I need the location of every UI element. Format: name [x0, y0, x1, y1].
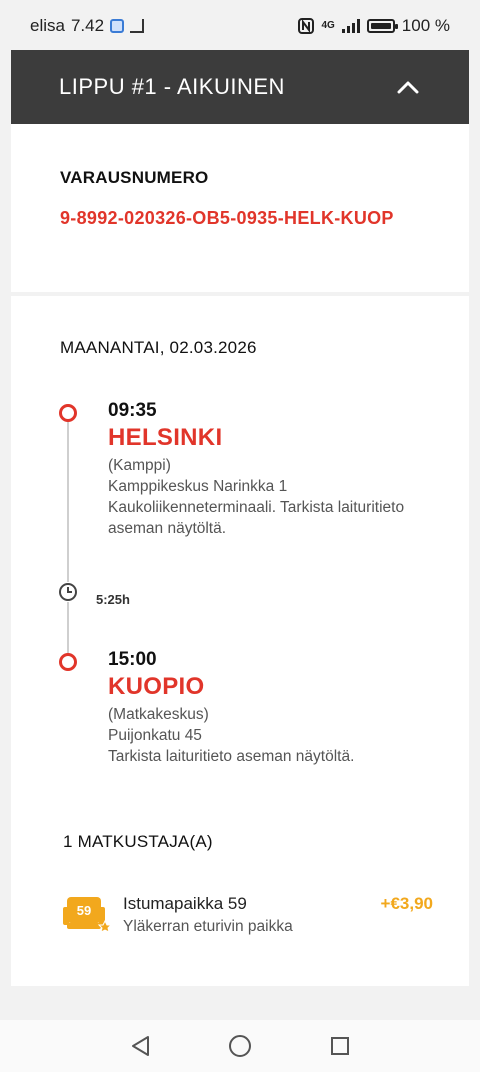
booking-card: VARAUSNUMERO 9-8992-020326-OB5-0935-HELK…: [11, 124, 469, 292]
network-type: 4G: [321, 20, 335, 31]
departure-time: 09:35: [108, 400, 157, 421]
status-left: elisa 7.42: [30, 16, 145, 36]
seat-number: 59: [77, 903, 91, 918]
trip-date: MAANANTAI, 02.03.2026: [60, 338, 257, 357]
passengers-label: 1 MATKUSTAJA(A): [63, 832, 213, 851]
departure-dot-icon: [59, 404, 77, 422]
clock-time: 7.42: [70, 16, 105, 35]
battery-percent: 100 %: [401, 16, 450, 35]
arrival-city: KUOPIO: [108, 673, 205, 700]
status-right: 4G 100 %: [298, 16, 450, 36]
nfc-icon: [298, 18, 315, 34]
recents-button[interactable]: [326, 1032, 354, 1060]
chevron-up-icon: [397, 81, 419, 94]
carrier-name: elisa: [30, 16, 65, 35]
trip-duration: 5:25h: [96, 592, 130, 607]
battery-icon: [366, 19, 398, 33]
departure-city: HELSINKI: [108, 424, 223, 451]
arrival-dot-icon: [59, 653, 77, 671]
back-triangle-icon: [132, 1036, 149, 1056]
ticket-title: LIPPU #1 - AIKUINEN: [59, 74, 285, 99]
signal-icon: [341, 19, 360, 33]
booking-number-label: VARAUSNUMERO: [60, 168, 209, 187]
trip-card: MAANANTAI, 02.03.2026 09:35 HELSINKI (Ka…: [11, 296, 469, 986]
back-button[interactable]: [126, 1032, 154, 1060]
status-bar: elisa 7.42 4G 100 %: [0, 0, 480, 52]
seat-price: +€3,90: [380, 894, 433, 913]
arrival-station: (Matkakeskus): [108, 706, 209, 723]
departure-address: Kamppikeskus Narinkka 1 Kaukoliikenneter…: [108, 478, 405, 537]
timeline-line: [67, 416, 69, 666]
arrival-address: Puijonkatu 45: [108, 727, 202, 744]
collapse-button[interactable]: [395, 74, 421, 100]
notification-app-icon: [110, 19, 125, 33]
arrival-time: 15:00: [108, 649, 157, 670]
clock-icon: [58, 582, 78, 602]
seat-icon: 59: [63, 897, 111, 933]
seat-subtitle: Yläkerran eturivin paikka: [123, 918, 293, 935]
booking-number: 9-8992-020326-OB5-0935-HELK-KUOP: [60, 208, 394, 228]
recents-square-icon: [331, 1037, 349, 1055]
navigation-bar: [0, 1020, 480, 1072]
departure-station: (Kamppi): [108, 457, 171, 474]
seat-title: Istumapaikka 59: [123, 894, 247, 913]
home-button[interactable]: [226, 1032, 254, 1060]
arrival-note: Tarkista laituritieto aseman näytöltä.: [108, 748, 355, 765]
notification-grid-icon: [130, 19, 145, 33]
ticket-header[interactable]: LIPPU #1 - AIKUINEN: [11, 50, 469, 124]
home-circle-icon: [229, 1035, 251, 1057]
